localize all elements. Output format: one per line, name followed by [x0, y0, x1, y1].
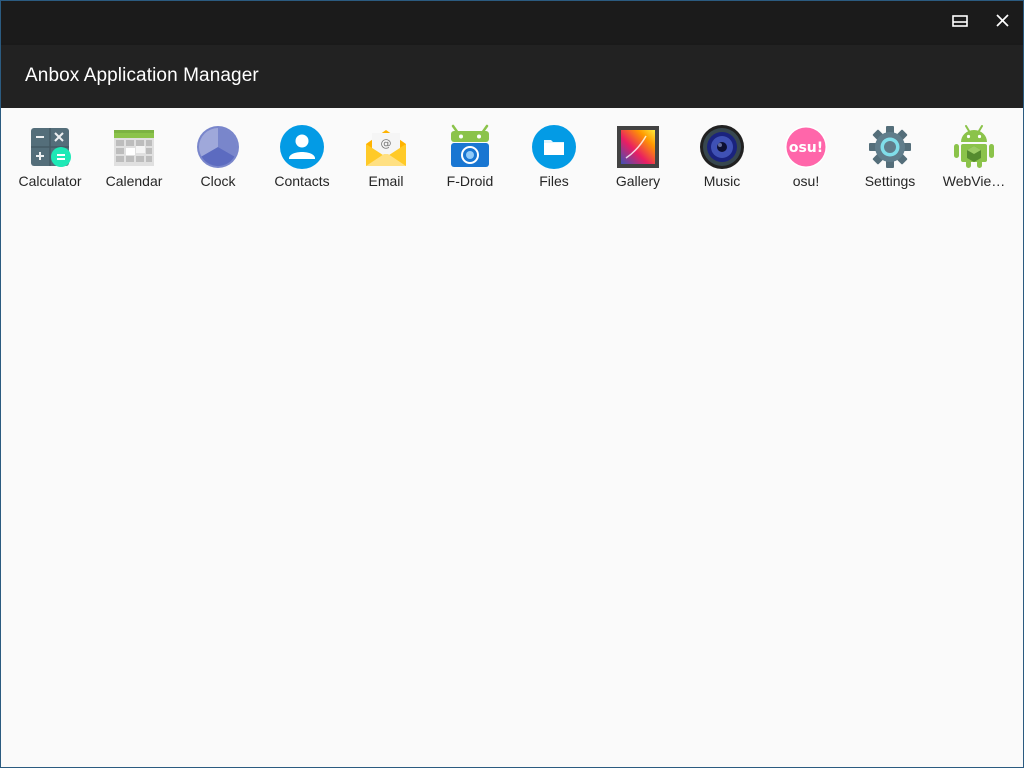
app-label: Files — [539, 173, 569, 189]
settings-icon — [868, 124, 912, 170]
clock-icon — [196, 124, 240, 170]
osu-logo-text: osu! — [789, 140, 823, 156]
app-contacts[interactable]: Contacts — [260, 124, 344, 196]
app-calendar[interactable]: Calendar — [92, 124, 176, 196]
app-label: Settings — [864, 173, 916, 189]
close-window-button[interactable] — [987, 9, 1017, 37]
app-fdroid[interactable]: F-Droid — [428, 124, 512, 196]
app-files[interactable]: Files — [512, 124, 596, 196]
gallery-icon — [616, 124, 660, 170]
app-grid: Calculator Calendar Clock Contacts @ Ema… — [1, 108, 1023, 767]
app-osu[interactable]: osu! osu! — [764, 124, 848, 196]
app-label: Contacts — [274, 173, 330, 189]
anbox-window: Anbox Application Manager Calculator Cal… — [0, 0, 1024, 768]
restore-window-icon — [952, 14, 968, 32]
app-label: osu! — [792, 173, 820, 189]
app-email[interactable]: @ Email — [344, 124, 428, 196]
app-calculator[interactable]: Calculator — [8, 124, 92, 196]
app-label: Clock — [200, 173, 236, 189]
email-icon: @ — [364, 124, 408, 170]
app-webview[interactable]: WebVie… — [932, 124, 1016, 196]
app-music[interactable]: Music — [680, 124, 764, 196]
app-settings[interactable]: Settings — [848, 124, 932, 196]
app-gallery[interactable]: Gallery — [596, 124, 680, 196]
svg-text:@: @ — [381, 137, 392, 150]
app-title: Anbox Application Manager — [25, 65, 259, 86]
app-label: F-Droid — [446, 173, 494, 189]
contacts-icon — [280, 124, 324, 170]
app-label: Gallery — [615, 173, 661, 189]
app-label: Calendar — [105, 173, 163, 189]
window-titlebar[interactable] — [1, 1, 1023, 45]
app-clock[interactable]: Clock — [176, 124, 260, 196]
android-webview-icon — [952, 124, 996, 170]
music-icon — [700, 124, 744, 170]
osu-icon: osu! — [784, 124, 828, 170]
app-label: Email — [368, 173, 404, 189]
app-bar: Anbox Application Manager — [1, 45, 1023, 108]
app-label: Music — [703, 173, 741, 189]
calculator-icon — [28, 124, 72, 170]
close-window-icon — [995, 14, 1009, 32]
fdroid-icon — [448, 124, 492, 170]
app-label: WebVie… — [942, 173, 1006, 189]
calendar-icon — [112, 124, 156, 170]
restore-window-button[interactable] — [945, 9, 975, 37]
files-icon — [532, 124, 576, 170]
app-label: Calculator — [18, 173, 82, 189]
